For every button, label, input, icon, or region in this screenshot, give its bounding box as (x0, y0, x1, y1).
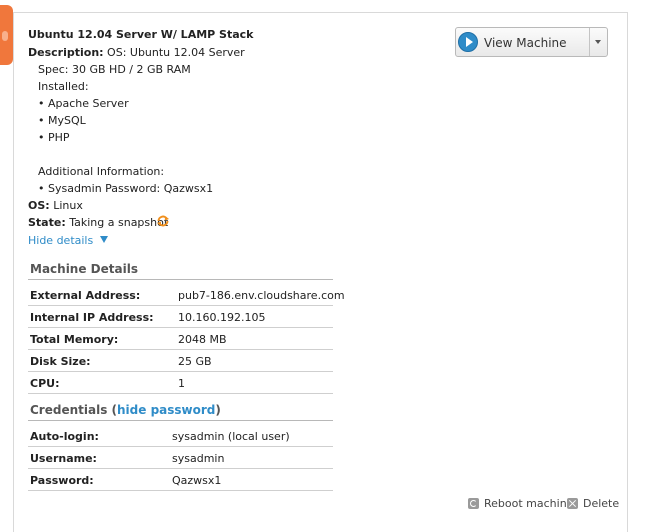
row-divider (28, 327, 333, 328)
machine-details-title: Machine Details (30, 262, 138, 276)
detail-key: Internal IP Address: (30, 311, 154, 324)
description-line: Description: OS: Ubuntu 12.04 Server (28, 46, 245, 59)
state-value: Taking a snapshot (69, 216, 169, 229)
detail-value: 1 (178, 377, 185, 390)
chevron-down-icon (595, 40, 601, 44)
detail-key: CPU: (30, 377, 60, 390)
divider (28, 420, 333, 421)
play-icon (458, 32, 478, 52)
description-line: • MySQL (38, 114, 86, 127)
detail-value: 25 GB (178, 355, 212, 368)
row-divider (28, 305, 333, 306)
description-first: OS: Ubuntu 12.04 Server (107, 46, 245, 59)
reboot-icon (468, 498, 479, 509)
os-label: OS: (28, 199, 50, 212)
credential-value: sysadmin (172, 452, 225, 465)
description-line: • Apache Server (38, 97, 129, 110)
credentials-label: Credentials (30, 403, 108, 417)
description-line: • Sysadmin Password: Qazwsx1 (38, 182, 214, 195)
row-divider (28, 468, 333, 469)
credential-key: Username: (30, 452, 97, 465)
delete-link[interactable]: Delete (583, 497, 619, 510)
detail-value: pub7-186.env.cloudshare.com (178, 289, 345, 302)
close-paren: ) (215, 403, 221, 417)
detail-key: External Address: (30, 289, 141, 302)
view-machine-label: View Machine (484, 36, 567, 50)
description-line: Installed: (38, 80, 89, 93)
view-machine-dropdown[interactable] (590, 28, 608, 56)
hide-details-label: Hide details (28, 234, 94, 247)
divider (28, 279, 333, 280)
row-divider (28, 349, 333, 350)
description-label: Description: (28, 46, 104, 59)
row-divider (28, 490, 333, 491)
state-label: State: (28, 216, 66, 229)
row-divider (28, 371, 333, 372)
credential-value: Qazwsx1 (172, 474, 222, 487)
side-tab[interactable] (0, 5, 13, 65)
machine-title: Ubuntu 12.04 Server W/ LAMP Stack (28, 28, 254, 41)
view-machine-button[interactable]: View Machine (455, 27, 608, 57)
description-line: Spec: 30 GB HD / 2 GB RAM (38, 63, 191, 76)
triangle-down-icon (99, 236, 108, 243)
side-tab-grip-icon (2, 31, 8, 41)
row-divider (28, 393, 333, 394)
description-line: • PHP (38, 131, 70, 144)
os-line: OS: Linux (28, 199, 83, 212)
description-line: Additional Information: (38, 165, 165, 178)
credential-key: Password: (30, 474, 94, 487)
reboot-machine-link[interactable]: Reboot machine (484, 497, 573, 510)
state-line: State: Taking a snapshot (28, 216, 168, 229)
os-value: Linux (53, 199, 83, 212)
detail-value: 2048 MB (178, 333, 227, 346)
credentials-title: Credentials (hide password) (30, 403, 221, 417)
credential-value: sysadmin (local user) (172, 430, 290, 443)
refresh-icon (157, 215, 169, 227)
delete-icon (567, 498, 578, 509)
hide-details-link[interactable]: Hide details (28, 234, 108, 247)
detail-key: Disk Size: (30, 355, 91, 368)
detail-value: 10.160.192.105 (178, 311, 266, 324)
credential-key: Auto-login: (30, 430, 99, 443)
hide-password-link[interactable]: hide password (117, 403, 215, 417)
row-divider (28, 446, 333, 447)
detail-key: Total Memory: (30, 333, 119, 346)
